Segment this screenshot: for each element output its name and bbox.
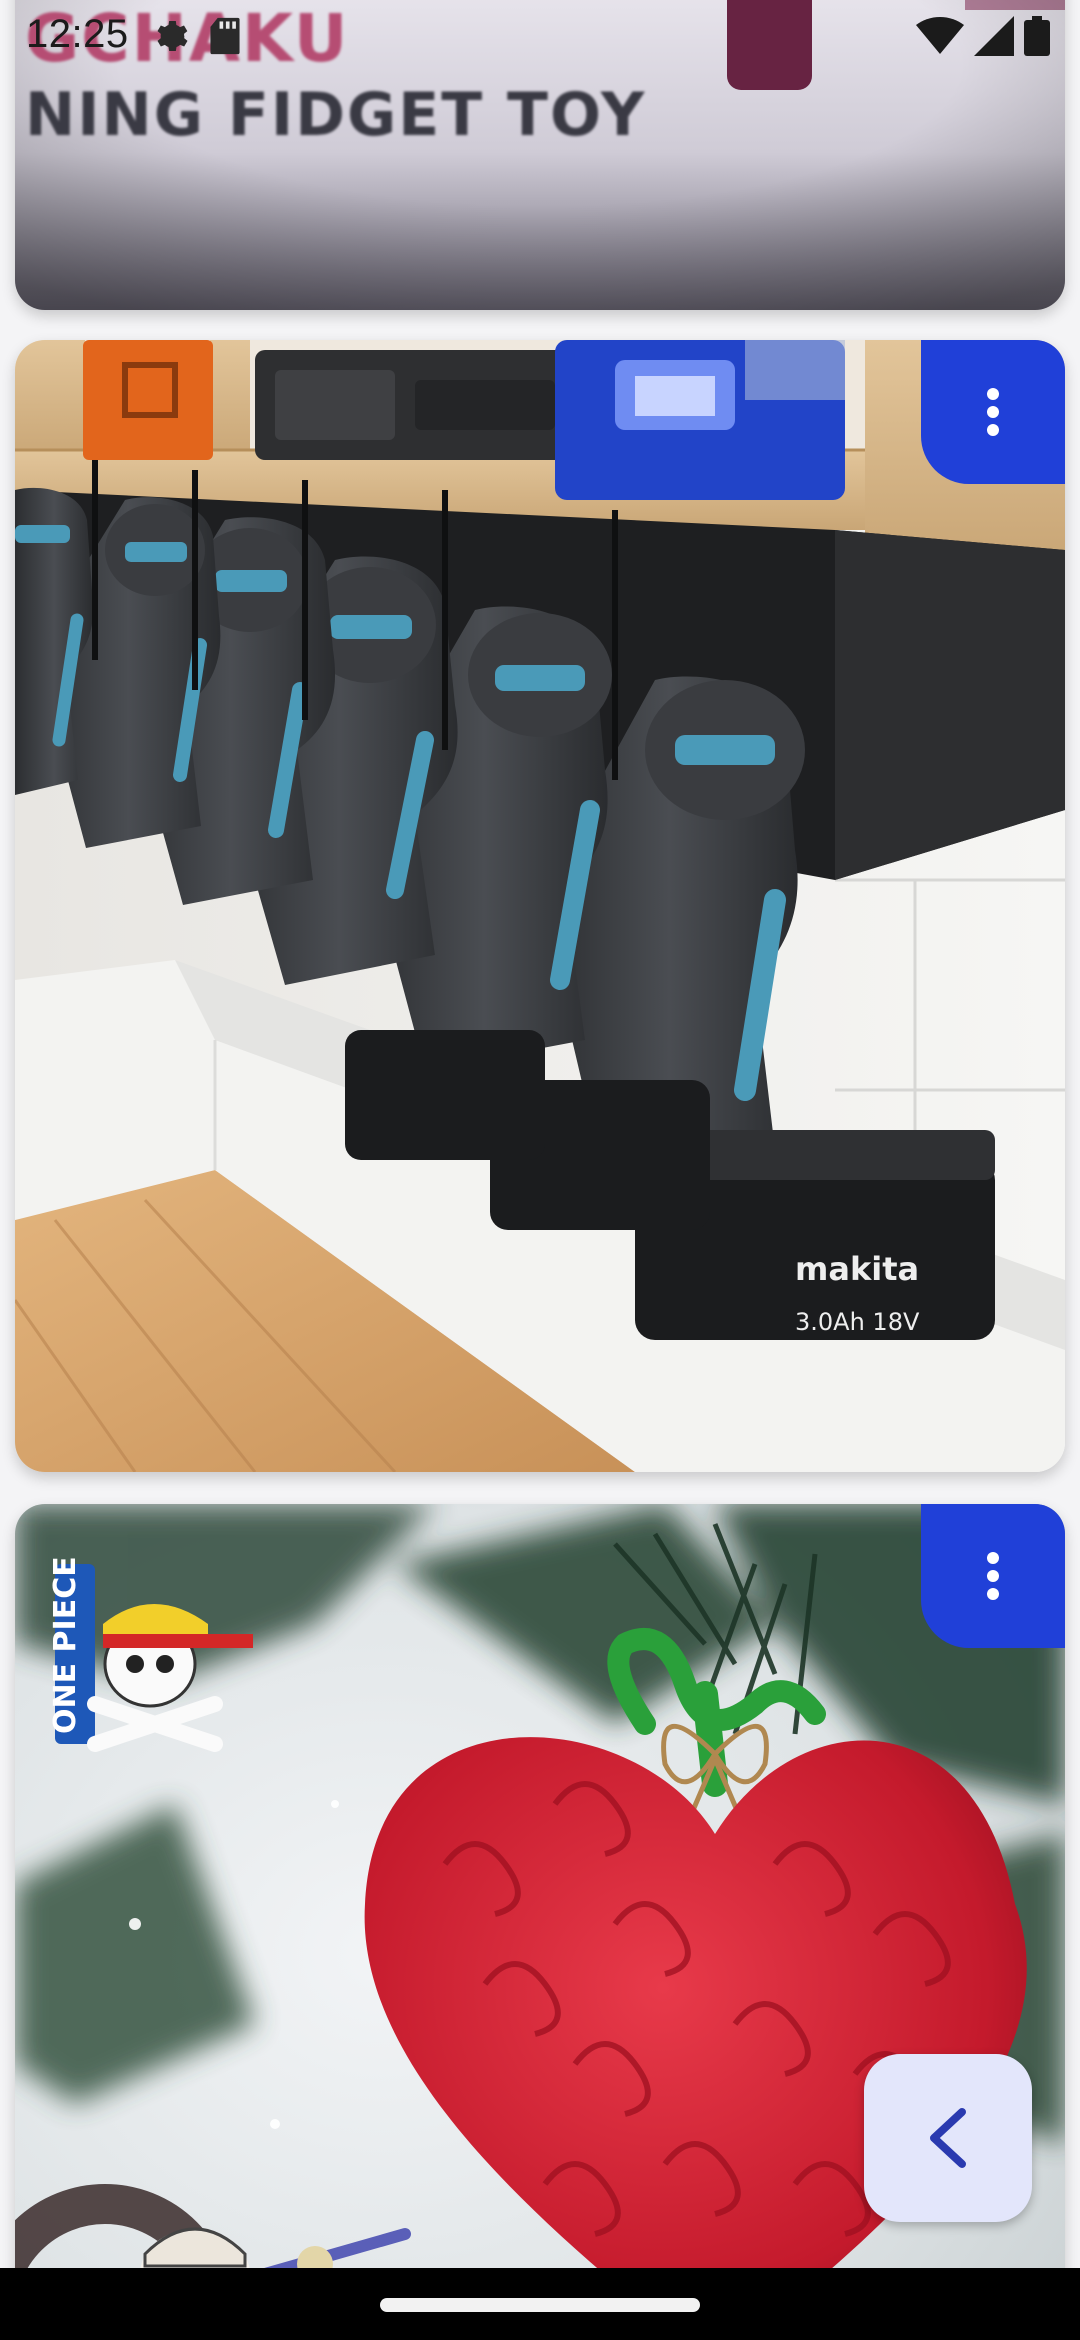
status-right-icons [916, 16, 1050, 61]
feed-card[interactable]: makita 3.0Ah 18V [15, 340, 1065, 1472]
status-bar: 12:25 [0, 0, 1080, 72]
battery-brand-label: makita [795, 1250, 919, 1288]
more-vertical-icon [987, 388, 999, 436]
status-time: 12:25 [26, 12, 129, 56]
wifi-icon [916, 16, 964, 61]
more-options-button[interactable] [921, 340, 1065, 484]
home-indicator[interactable] [380, 2298, 700, 2312]
status-left-icons [150, 16, 242, 61]
chevron-left-icon [930, 2108, 966, 2168]
back-button[interactable] [864, 2054, 1032, 2222]
more-vertical-icon [987, 1552, 999, 1600]
settings-icon [150, 16, 190, 61]
cell-signal-icon [974, 16, 1014, 61]
navigation-bar [0, 2268, 1080, 2340]
card-title-line-2: NING FIDGET TOY [25, 80, 647, 150]
svg-text:ONE PIECE: ONE PIECE [48, 1556, 83, 1734]
more-options-button[interactable] [921, 1504, 1065, 1648]
sd-card-icon [208, 16, 242, 61]
makita-drill-wall-holder-photo: makita 3.0Ah 18V [15, 340, 1065, 1472]
battery-icon [1024, 16, 1050, 61]
screen: 12:25 GCHAKU NING FIDGET TOY makita 3.0A… [0, 0, 1080, 2340]
battery-spec-label: 3.0Ah 18V [795, 1308, 920, 1336]
